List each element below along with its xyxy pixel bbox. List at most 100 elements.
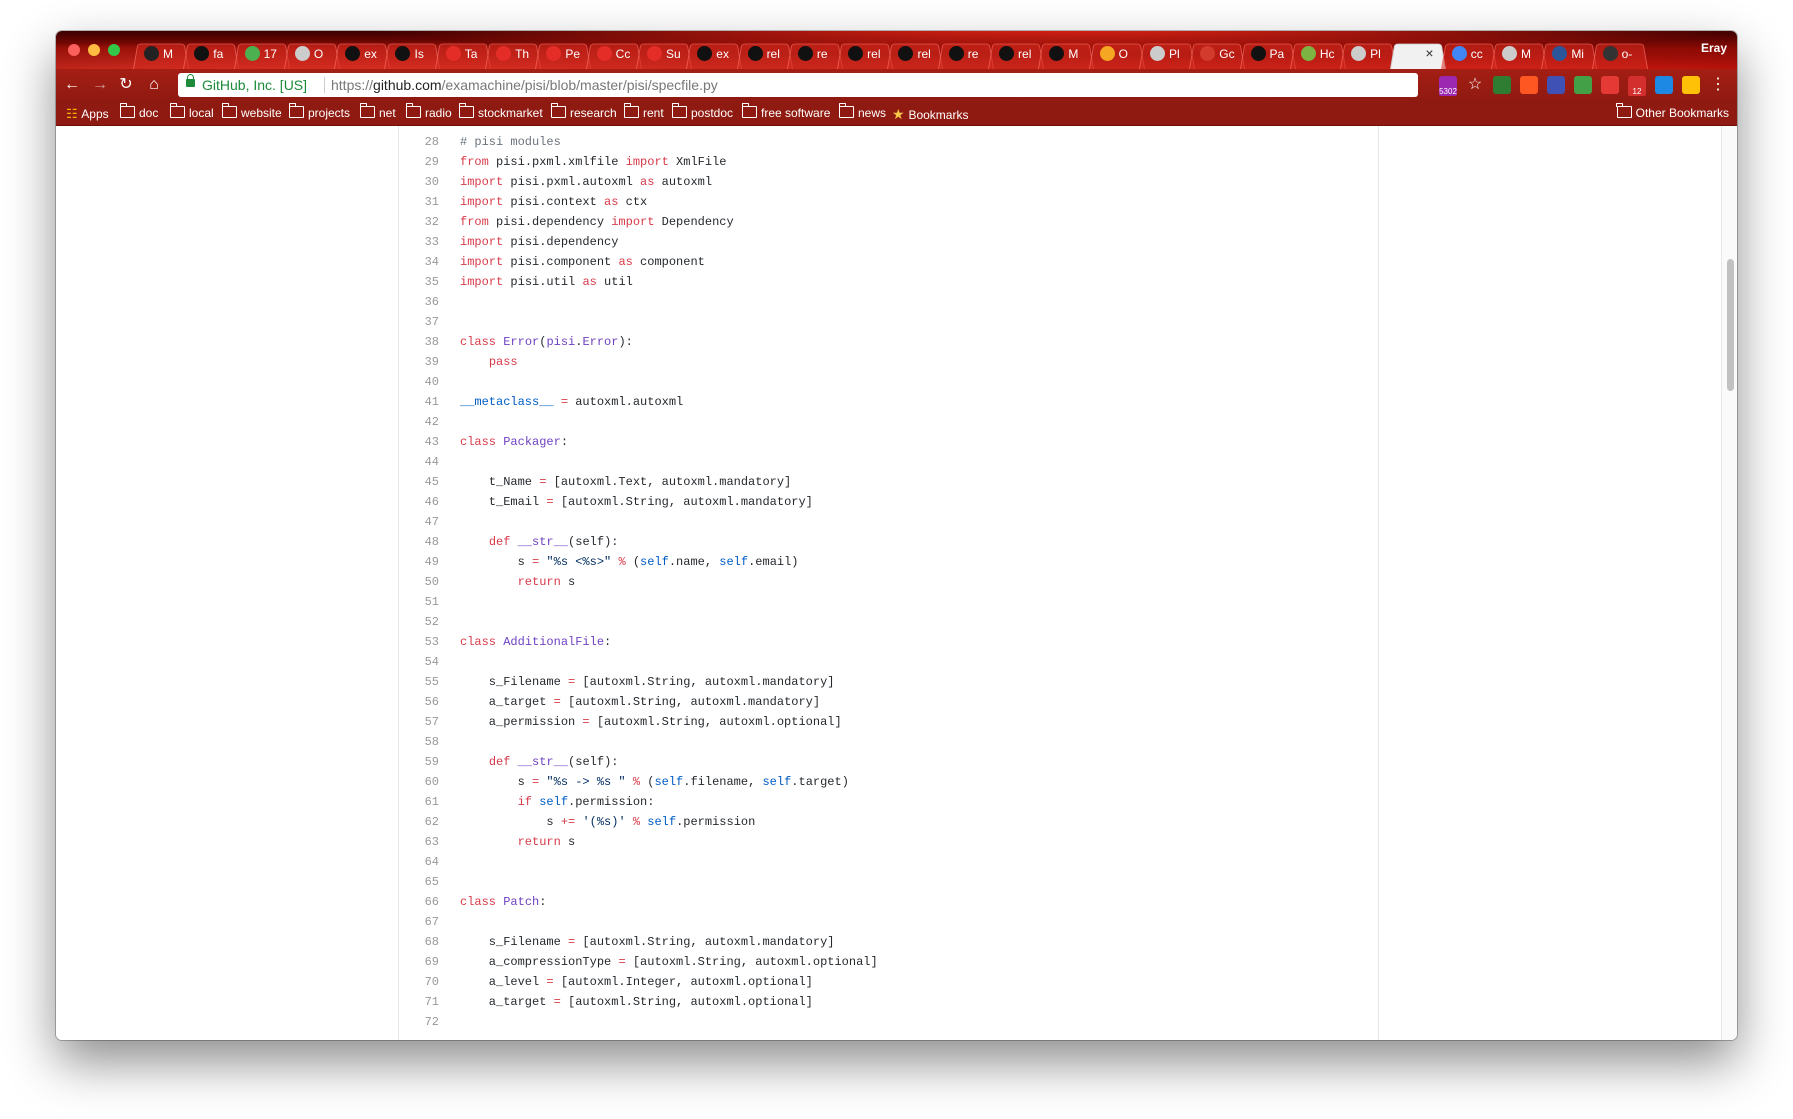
site-identity[interactable]: GitHub, Inc. [US] <box>202 77 307 93</box>
line-number[interactable]: 56 <box>399 692 439 712</box>
line-number[interactable]: 33 <box>399 232 439 252</box>
line-number[interactable]: 41 <box>399 392 439 412</box>
browser-tab[interactable]: o- <box>1591 38 1648 69</box>
window-icon[interactable] <box>1655 76 1673 94</box>
browser-tab[interactable]: Ta <box>434 38 492 69</box>
browser-tab[interactable]: M <box>1491 38 1548 69</box>
line-number[interactable]: 45 <box>399 472 439 492</box>
profile-name[interactable]: Eray <box>1701 41 1727 55</box>
zoom-window-button[interactable] <box>108 44 120 56</box>
browser-tab[interactable]: rel <box>736 38 793 69</box>
line-number[interactable]: 28 <box>399 132 439 152</box>
browser-tab[interactable]: rel <box>988 38 1045 69</box>
browser-tab[interactable]: re <box>786 38 844 69</box>
bookmark-item[interactable]: research <box>550 103 617 120</box>
line-number[interactable]: 38 <box>399 332 439 352</box>
browser-tab[interactable]: ex <box>686 38 743 69</box>
lock-icon[interactable] <box>1682 76 1700 94</box>
line-number[interactable]: 48 <box>399 532 439 552</box>
browser-tab[interactable]: Mi <box>1541 38 1598 69</box>
check-icon[interactable] <box>1493 76 1511 94</box>
forward-arrow-icon[interactable]: → <box>90 75 110 95</box>
line-number[interactable]: 42 <box>399 412 439 432</box>
diamond-icon[interactable] <box>1574 76 1592 94</box>
bookmark-item[interactable]: website <box>221 103 282 120</box>
bookmark-item[interactable]: radio <box>405 103 452 120</box>
star-icon[interactable]: ☆ <box>1466 76 1484 94</box>
browser-tab[interactable]: Hc <box>1289 38 1347 69</box>
tab-close-icon[interactable]: × <box>1425 45 1433 61</box>
menu-icon[interactable]: ⋮ <box>1709 76 1727 94</box>
browser-tab[interactable]: Gc <box>1189 38 1246 69</box>
browser-tab[interactable]: re <box>937 38 995 69</box>
close-window-button[interactable] <box>68 44 80 56</box>
line-number[interactable]: 40 <box>399 372 439 392</box>
bookmark-item[interactable]: free software <box>741 103 830 120</box>
url-text[interactable]: https://github.com/examachine/pisi/blob/… <box>331 77 718 93</box>
address-bar[interactable]: GitHub, Inc. [US] https://github.com/exa… <box>178 73 1418 97</box>
line-number[interactable]: 30 <box>399 172 439 192</box>
bookmark-item[interactable]: ☷ Apps <box>66 106 109 122</box>
line-number[interactable]: 36 <box>399 292 439 312</box>
bookmark-item[interactable]: stockmarket <box>458 103 543 120</box>
line-number[interactable]: 44 <box>399 452 439 472</box>
browser-tab[interactable]: M <box>1038 38 1095 69</box>
line-number[interactable]: 64 <box>399 852 439 872</box>
line-number[interactable]: 71 <box>399 992 439 1012</box>
line-number[interactable]: 46 <box>399 492 439 512</box>
line-number[interactable]: 54 <box>399 652 439 672</box>
calendar-icon[interactable]: 12 <box>1628 76 1646 96</box>
line-number[interactable]: 62 <box>399 812 439 832</box>
browser-tab[interactable]: Pl <box>1340 38 1397 69</box>
minimize-window-button[interactable] <box>88 44 100 56</box>
line-number[interactable]: 47 <box>399 512 439 532</box>
line-number[interactable]: 69 <box>399 952 439 972</box>
line-number[interactable]: 61 <box>399 792 439 812</box>
bookmark-item[interactable]: ★ Bookmarks <box>892 106 968 123</box>
browser-tab[interactable]: 17 <box>233 38 290 69</box>
browser-tab[interactable]: O <box>283 38 341 69</box>
line-number[interactable]: 67 <box>399 912 439 932</box>
bookmark-item[interactable]: postdoc <box>671 103 733 120</box>
line-number[interactable]: 50 <box>399 572 439 592</box>
download-icon[interactable] <box>1547 76 1565 94</box>
line-number[interactable]: 66 <box>399 892 439 912</box>
bookmark-item[interactable]: doc <box>119 103 158 120</box>
browser-tab[interactable]: fa <box>183 38 240 69</box>
other-bookmarks-folder[interactable]: Other Bookmarks <box>1616 103 1729 120</box>
browser-tab[interactable]: O <box>1088 38 1145 69</box>
line-number[interactable]: 43 <box>399 432 439 452</box>
line-number[interactable]: 35 <box>399 272 439 292</box>
browser-tab[interactable]: Th <box>485 38 542 69</box>
bookmark-item[interactable]: projects <box>288 103 350 120</box>
line-number[interactable]: 59 <box>399 752 439 772</box>
book-icon[interactable] <box>1601 76 1619 94</box>
line-number[interactable]: 32 <box>399 212 439 232</box>
line-number[interactable]: 68 <box>399 932 439 952</box>
back-arrow-icon[interactable]: ← <box>62 75 82 95</box>
line-number[interactable]: 34 <box>399 252 439 272</box>
line-number[interactable]: 31 <box>399 192 439 212</box>
line-number[interactable]: 52 <box>399 612 439 632</box>
line-number[interactable]: 55 <box>399 672 439 692</box>
line-number[interactable]: 72 <box>399 1012 439 1032</box>
line-number[interactable]: 58 <box>399 732 439 752</box>
scrollbar-thumb[interactable] <box>1727 259 1734 391</box>
browser-tab[interactable]: × <box>1390 38 1447 69</box>
browser-tab[interactable]: ex <box>334 38 391 69</box>
browser-tab[interactable]: Su <box>635 38 693 69</box>
line-number[interactable]: 70 <box>399 972 439 992</box>
line-number[interactable]: 53 <box>399 632 439 652</box>
browser-tab[interactable]: rel <box>887 38 944 69</box>
browser-tab[interactable]: rel <box>837 38 894 69</box>
scrollbar[interactable] <box>1721 126 1737 1040</box>
line-number[interactable]: 49 <box>399 552 439 572</box>
browser-tab[interactable]: Cc <box>585 38 642 69</box>
home-icon[interactable]: ⌂ <box>144 75 164 95</box>
line-number[interactable]: 57 <box>399 712 439 732</box>
line-number[interactable]: 39 <box>399 352 439 372</box>
line-number[interactable]: 29 <box>399 152 439 172</box>
bookmark-item[interactable]: net <box>359 103 396 120</box>
browser-tab[interactable]: cc <box>1440 38 1498 69</box>
ext-counter-icon[interactable]: 5302 <box>1439 76 1457 96</box>
